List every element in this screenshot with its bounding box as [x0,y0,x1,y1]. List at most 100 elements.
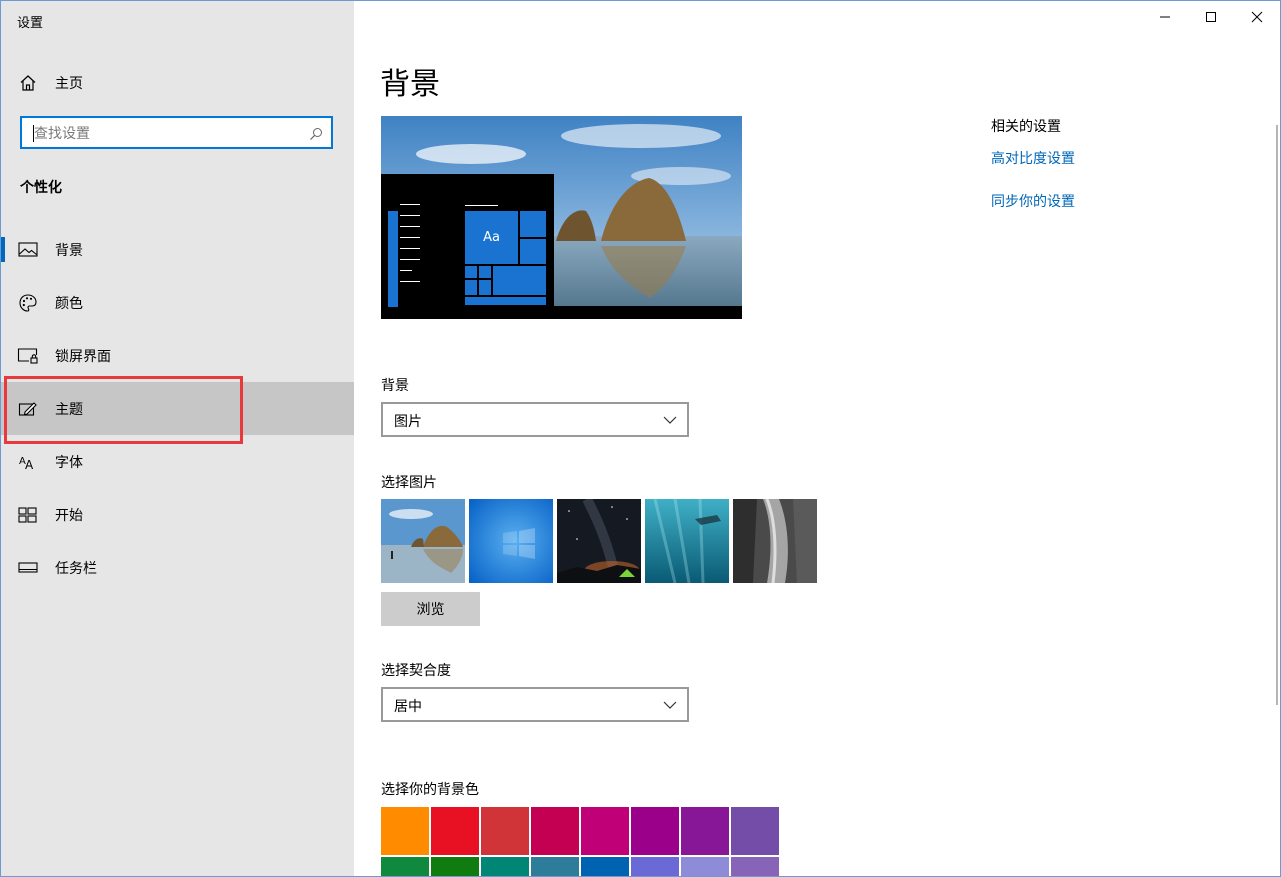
sidebar: 设置 主页 个性化 背景 颜色 [1,1,354,876]
high-contrast-link[interactable]: 高对比度设置 [991,148,1075,168]
search-box[interactable] [20,116,333,149]
color-swatch[interactable] [481,857,529,876]
svg-text:A: A [25,458,34,471]
sidebar-item-background[interactable]: 背景 [1,223,354,276]
related-settings-heading: 相关的设置 [991,119,1061,135]
picture-thumbnail[interactable] [469,499,553,583]
color-swatch[interactable] [581,857,629,876]
maximize-button[interactable] [1188,1,1234,33]
background-dropdown[interactable]: 图片 [381,402,689,437]
picture-thumbnail[interactable] [645,499,729,583]
sidebar-item-label: 颜色 [55,295,83,312]
fit-dropdown[interactable]: 居中 [381,687,689,722]
color-swatch[interactable] [631,807,679,855]
underwater-image [645,499,729,583]
section-title: 个性化 [20,180,62,196]
color-swatch[interactable] [581,807,629,855]
preview-tile [493,266,546,295]
color-swatch[interactable] [381,857,429,876]
chevron-down-icon [663,416,677,424]
sidebar-item-label: 背景 [55,242,83,259]
main-content: 背景 Aa 背景 图片 选择图片 浏览 选择契合度 居中 选择你的背景色 相关的… [354,1,1280,876]
choose-picture-label: 选择图片 [381,475,437,491]
close-icon [1251,11,1263,23]
search-icon[interactable] [309,126,323,140]
sidebar-item-colors[interactable]: 颜色 [1,276,354,329]
picture-icon [17,239,39,261]
chevron-down-icon [663,701,677,709]
beach-rock-image [381,499,465,583]
font-icon: AA [17,451,39,473]
settings-window: 设置 主页 个性化 背景 颜色 [0,0,1281,877]
waterfall-cliff-image [733,499,817,583]
preview-tile [479,280,491,295]
window-controls [1142,1,1280,33]
sidebar-item-home[interactable]: 主页 [1,56,354,109]
sidebar-item-themes[interactable]: 主题 [1,382,354,435]
app-title: 设置 [17,16,44,31]
search-input[interactable] [32,122,306,146]
sidebar-item-label: 主题 [55,401,83,418]
color-swatch[interactable] [531,857,579,876]
sidebar-item-label: 字体 [55,454,83,471]
fit-label: 选择契合度 [381,663,451,679]
background-color-label: 选择你的背景色 [381,782,479,798]
color-swatch[interactable] [481,807,529,855]
color-swatch[interactable] [431,857,479,876]
scrollbar[interactable] [1276,125,1278,705]
preview-tile-header [465,205,498,206]
sidebar-item-taskbar[interactable]: 任务栏 [1,541,354,594]
close-button[interactable] [1234,1,1280,33]
color-row [381,857,781,876]
page-title: 背景 [380,67,440,102]
related-settings: 相关的设置 高对比度设置 同步你的设置 [991,116,1075,211]
sidebar-item-label: 锁屏界面 [55,348,111,365]
background-label: 背景 [381,378,409,394]
preview-tile [520,211,546,237]
color-swatch[interactable] [431,807,479,855]
picture-thumbnail[interactable] [557,499,641,583]
color-palette [381,807,781,876]
color-swatch[interactable] [731,807,779,855]
night-sky-image [557,499,641,583]
home-icon [17,72,39,94]
picture-thumbnail[interactable] [733,499,817,583]
preview-image [381,116,742,319]
sidebar-item-fonts[interactable]: AA 字体 [1,435,354,488]
color-swatch[interactable] [731,857,779,876]
preview-tile [465,280,477,295]
theme-icon [17,398,39,420]
sidebar-item-label: 开始 [55,507,83,524]
sidebar-item-label: 任务栏 [55,560,97,577]
minimize-icon [1160,16,1170,18]
preview-tile-large: Aa [465,211,518,264]
sidebar-item-label: 主页 [55,75,83,92]
browse-button[interactable]: 浏览 [381,592,480,626]
color-swatch[interactable] [381,807,429,855]
color-swatch[interactable] [681,857,729,876]
start-icon [17,504,39,526]
palette-icon [17,292,39,314]
sidebar-item-lock-screen[interactable]: 锁屏界面 [1,329,354,382]
preview-tile [520,239,546,264]
lock-screen-icon [17,345,39,367]
color-swatch[interactable] [681,807,729,855]
taskbar-icon [17,557,39,579]
sync-settings-link[interactable]: 同步你的设置 [991,191,1075,211]
color-row [381,807,781,855]
preview-menu-lines [400,204,420,282]
picture-thumbnails [381,499,817,583]
preview-tile [465,266,477,278]
fit-dropdown-value: 居中 [394,699,422,715]
windows-logo-image [469,499,553,583]
color-swatch[interactable] [631,857,679,876]
preview-tile [479,266,491,278]
text-caret [33,125,34,142]
picture-thumbnail[interactable] [381,499,465,583]
minimize-button[interactable] [1142,1,1188,33]
sidebar-item-start[interactable]: 开始 [1,488,354,541]
background-dropdown-value: 图片 [394,414,422,430]
preview-tile [465,297,546,305]
color-swatch[interactable] [531,807,579,855]
maximize-icon [1206,12,1216,22]
